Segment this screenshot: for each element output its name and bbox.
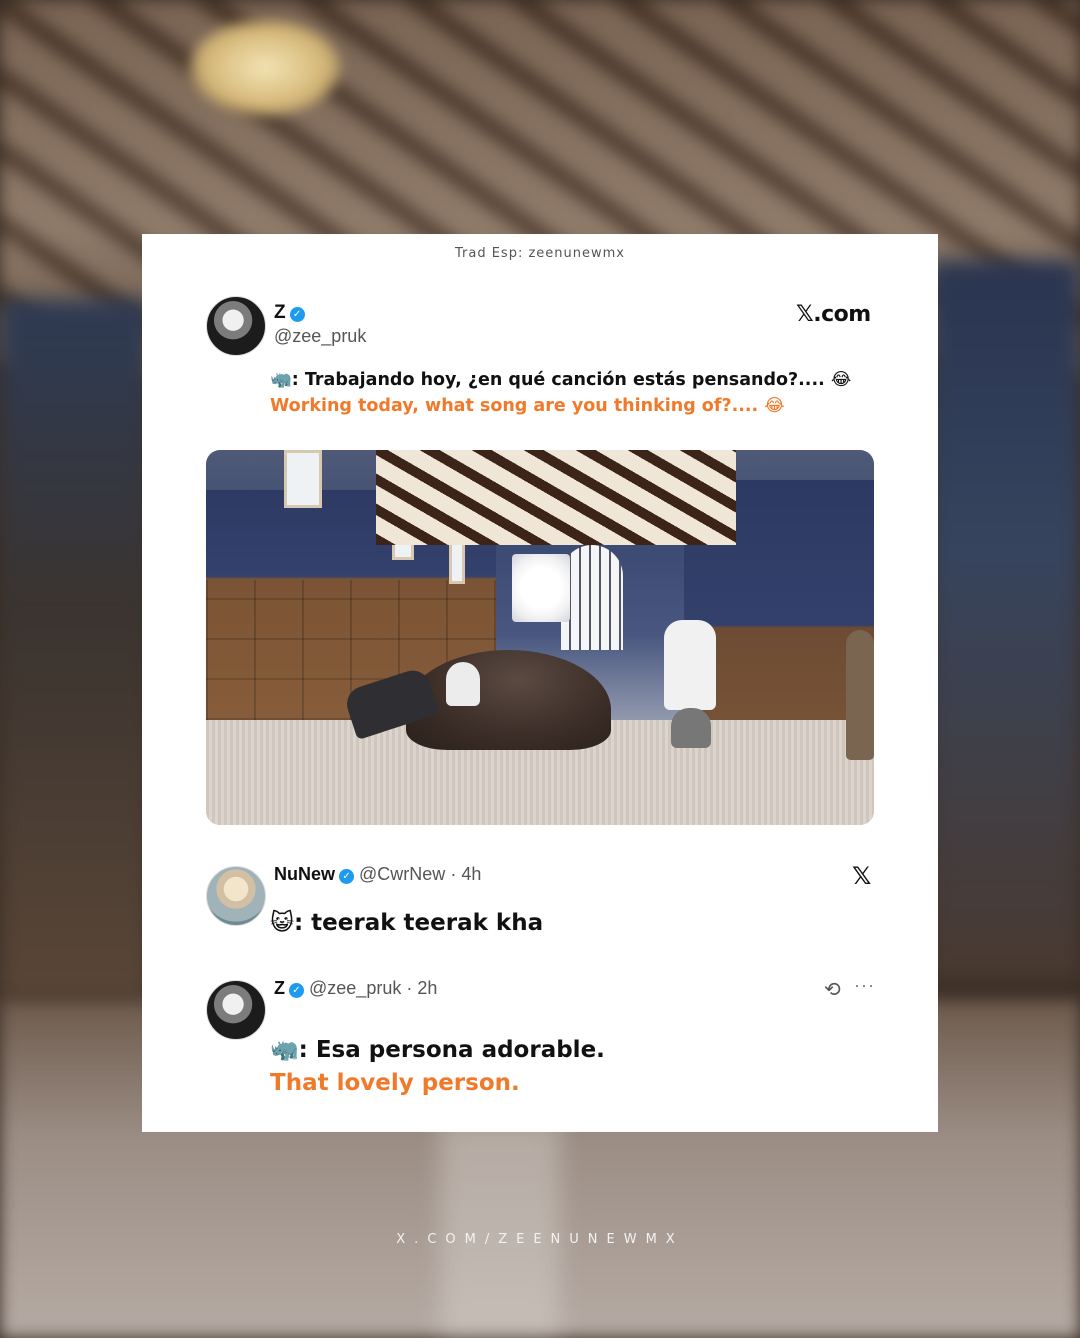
background-wall-right <box>930 260 1080 980</box>
post-card: Trad Esp: zeenunewmx Z ✓ @zee_pruk 𝕏.com … <box>142 234 938 1132</box>
footer-link[interactable]: X.COM/ZEENUNEWMX <box>0 1232 1080 1247</box>
reply-text: 😺: teerak teerak kha <box>270 910 544 936</box>
reply-author-handle[interactable]: @CwrNew <box>359 864 445 884</box>
verified-badge-icon: ✓ <box>289 307 305 322</box>
photo-arched-window <box>561 545 623 650</box>
reply-author-handle[interactable]: @zee_pruk <box>309 978 401 998</box>
post-photo[interactable] <box>206 450 874 825</box>
reply-author-name[interactable]: NuNew <box>274 864 335 884</box>
zee-avatar[interactable] <box>206 980 266 1040</box>
reply-author-line[interactable]: Z ✓ @zee_pruk · 2h <box>274 978 437 999</box>
reply-text-spanish: 🦏: Esa persona adorable. <box>270 1037 605 1063</box>
photo-seated-person-shirt <box>446 662 480 706</box>
reply-text-english: That lovely person. <box>270 1070 520 1096</box>
verified-badge-icon: ✓ <box>289 983 304 998</box>
retweet-icon[interactable]: ⟲ <box>824 977 841 1002</box>
background-wall-left <box>0 300 150 1000</box>
background-lamp <box>190 20 340 115</box>
x-logo-source-label[interactable]: 𝕏.com <box>796 302 871 327</box>
photo-person-at-edge <box>846 630 874 760</box>
verified-badge-icon: ✓ <box>339 869 355 884</box>
x-logo-icon[interactable]: 𝕏 <box>852 862 871 891</box>
background-floor-highlight <box>440 1120 560 1338</box>
photo-roof-trusses <box>376 450 736 545</box>
reply-timestamp[interactable]: 2h <box>417 978 437 998</box>
translation-credit: Trad Esp: zeenunewmx <box>454 246 625 261</box>
photo-window <box>284 450 322 508</box>
dot-separator: · <box>445 864 462 884</box>
nunew-avatar[interactable] <box>206 866 266 926</box>
reply-timestamp[interactable]: 4h <box>461 864 481 884</box>
photo-walking-person <box>664 620 716 710</box>
reply-author-name[interactable]: Z <box>274 978 285 998</box>
more-icon[interactable]: ··· <box>854 975 875 996</box>
author-handle[interactable]: @zee_pruk <box>274 326 366 347</box>
author-avatar[interactable] <box>206 296 266 356</box>
photo-studio-light <box>512 554 570 622</box>
post-text-spanish: 🦏: Trabajando hoy, ¿en qué canción estás… <box>270 370 852 390</box>
photo-walking-person-shorts <box>671 708 711 748</box>
reply-author-line[interactable]: NuNew ✓ @CwrNew · 4h <box>274 864 481 885</box>
author-name[interactable]: Z ✓ <box>274 302 305 324</box>
dot-separator: · <box>401 978 418 998</box>
post-text-english: Working today, what song are you thinkin… <box>270 396 785 416</box>
